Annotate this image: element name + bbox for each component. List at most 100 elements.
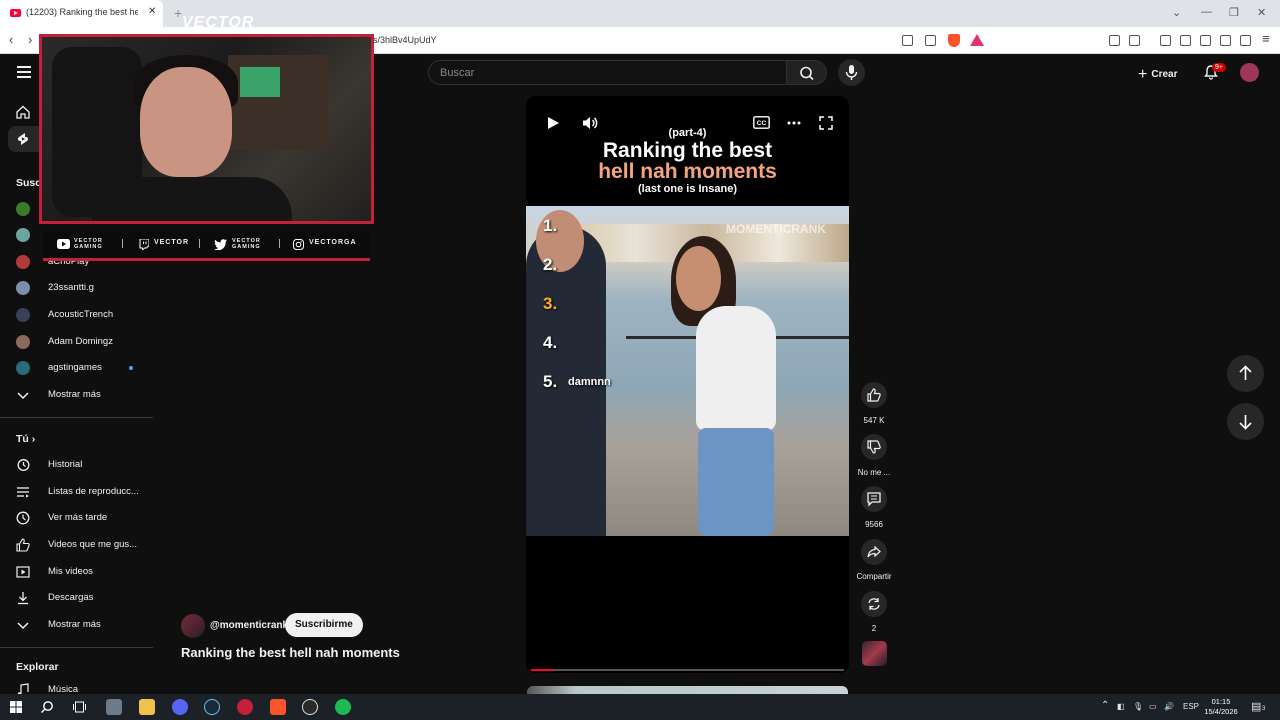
sidebar-channel-acoustictrench[interactable]: AcousticTrench xyxy=(0,302,150,328)
steam-icon[interactable] xyxy=(204,699,220,715)
language-indicator[interactable]: ESP xyxy=(1183,702,1199,711)
wallet-icon[interactable] xyxy=(1200,35,1211,46)
brave-rewards-icon[interactable] xyxy=(970,34,984,46)
sidebar-channel-agstingames[interactable]: agstingames xyxy=(0,355,150,381)
social-label: VECTORGA xyxy=(309,239,357,246)
back-icon[interactable]: ‹ xyxy=(9,32,13,47)
media-icon[interactable] xyxy=(1160,35,1171,46)
tab-groups-icon[interactable] xyxy=(1129,35,1140,46)
woman-jeans xyxy=(698,428,774,536)
reader-icon[interactable] xyxy=(902,35,913,46)
voice-search-button[interactable] xyxy=(838,59,865,86)
guide-menu-icon[interactable] xyxy=(17,66,31,78)
restore-icon[interactable]: ❐ xyxy=(1229,6,1239,19)
sidebar-item-history[interactable]: Historial xyxy=(0,452,150,478)
like-button[interactable] xyxy=(861,382,887,408)
audio-source-thumbnail[interactable] xyxy=(862,641,887,666)
rank-5-text: damnnn xyxy=(568,376,611,388)
short-title-card: (part-4) Ranking the best hell nah momen… xyxy=(526,96,849,206)
sidebar-channel-23ssantti[interactable]: 23ssantti.g xyxy=(0,275,150,301)
share-button[interactable] xyxy=(861,539,887,565)
vpn-icon[interactable] xyxy=(1240,35,1251,46)
tray-chevron-icon[interactable]: ⌃ xyxy=(1101,700,1109,711)
sidebar-show-more-you[interactable]: Mostrar más xyxy=(0,612,150,638)
minimize-icon[interactable]: — xyxy=(1201,6,1212,18)
account-avatar[interactable] xyxy=(1240,63,1259,82)
file-explorer-icon[interactable] xyxy=(139,699,155,715)
sidebar-item-my-videos[interactable]: Mis videos xyxy=(0,559,150,585)
comments-button[interactable] xyxy=(861,486,887,512)
volume-icon[interactable] xyxy=(582,115,598,131)
sidebar-item-playlists[interactable]: Listas de reproducc... xyxy=(0,479,150,505)
channel-name: agstingames xyxy=(48,362,102,373)
leo-ai-icon[interactable] xyxy=(1220,35,1231,46)
channel-avatar[interactable] xyxy=(181,614,205,638)
notification-center-icon[interactable]: ▤ xyxy=(1251,700,1261,713)
taskbar-clock[interactable]: 01:15 15/4/2026 xyxy=(1204,697,1238,717)
clock-date: 15/4/2026 xyxy=(1204,707,1238,716)
search-input[interactable]: Buscar xyxy=(428,60,787,85)
subscribe-button[interactable]: Suscribirme xyxy=(285,613,363,637)
sidebar-toggle-icon[interactable] xyxy=(1180,35,1191,46)
like-icon xyxy=(867,388,881,402)
sidebar-channel-adamdomingz[interactable]: Adam Domingz xyxy=(0,329,150,355)
brave-browser-icon[interactable] xyxy=(270,699,286,715)
create-button[interactable]: + Crear xyxy=(1138,64,1177,83)
short-video-title[interactable]: Ranking the best hell nah moments xyxy=(181,645,400,660)
window-close-icon[interactable]: ✕ xyxy=(1257,6,1266,19)
next-short-button[interactable] xyxy=(1227,403,1264,440)
sidebar-item-downloads[interactable]: Descargas xyxy=(0,585,150,611)
sidebar-item-watch-later[interactable]: Ver más tarde xyxy=(0,505,150,531)
volume-tray-icon[interactable]: 🔊 xyxy=(1164,702,1174,711)
opera-gx-icon[interactable] xyxy=(237,699,253,715)
search-button[interactable] xyxy=(786,60,827,85)
microphone-tray-icon[interactable]: 🎙 xyxy=(1133,702,1143,711)
tab-search-icon[interactable]: ⌄ xyxy=(1172,6,1181,19)
overlay-brand-logo: VECTOR xyxy=(182,14,255,31)
dislike-button[interactable] xyxy=(861,434,887,460)
spotify-icon[interactable] xyxy=(335,699,351,715)
taskbar-search-icon[interactable] xyxy=(40,700,54,714)
chevron-down-icon xyxy=(17,392,29,400)
playlists-icon xyxy=(17,487,29,498)
brave-shields-icon[interactable] xyxy=(948,34,960,47)
social-separator xyxy=(279,239,280,248)
play-icon[interactable] xyxy=(546,116,560,130)
social-label: VECTOR GAMING xyxy=(74,238,103,250)
share-page-icon[interactable] xyxy=(925,35,936,46)
instagram-icon xyxy=(293,239,304,250)
more-options-icon[interactable] xyxy=(786,120,802,126)
sidebar-item-liked[interactable]: Videos que me gus... xyxy=(0,532,150,558)
windows-start-icon[interactable] xyxy=(10,701,22,713)
my-videos-icon xyxy=(16,566,30,578)
extensions-icon[interactable] xyxy=(1109,35,1120,46)
channel-avatar xyxy=(16,228,30,242)
forward-icon[interactable]: › xyxy=(28,32,32,47)
sidebar-show-more-subs[interactable]: Mostrar más xyxy=(0,382,150,408)
short-title-line2: hell nah moments xyxy=(598,160,777,183)
browser-tab[interactable]: (12203) Ranking the best hell nah moment… xyxy=(0,0,163,27)
home-icon xyxy=(16,105,30,119)
shorts-player[interactable]: (part-4) Ranking the best hell nah momen… xyxy=(526,96,849,673)
browser-menu-icon[interactable]: ≡ xyxy=(1262,31,1270,46)
you-heading[interactable]: Tú › xyxy=(16,433,35,445)
previous-short-button[interactable] xyxy=(1227,355,1264,392)
task-view-icon[interactable] xyxy=(73,701,86,713)
remix-button[interactable] xyxy=(861,591,887,617)
channel-handle[interactable]: @momenticrank xyxy=(210,620,288,631)
subscriptions-heading[interactable]: Susc xyxy=(16,177,41,189)
url-text[interactable]: s/3hlBv4UpUdY xyxy=(373,35,437,45)
video-progress-bar[interactable] xyxy=(531,669,844,671)
new-tab-icon[interactable]: + xyxy=(174,5,182,21)
chevron-right-icon: › xyxy=(31,433,36,445)
obs-studio-icon[interactable] xyxy=(302,699,318,715)
discord-icon[interactable] xyxy=(172,699,188,715)
tray-app-icon[interactable]: ◧ xyxy=(1117,702,1125,711)
next-short-preview[interactable] xyxy=(527,686,848,694)
tab-close-icon[interactable]: ✕ xyxy=(148,6,156,17)
plus-icon: + xyxy=(1138,66,1148,83)
taskbar-app-icon[interactable] xyxy=(106,699,122,715)
network-icon[interactable]: ▭ xyxy=(1149,702,1157,711)
fullscreen-icon[interactable] xyxy=(819,116,833,130)
captions-icon[interactable]: CC xyxy=(753,116,770,129)
